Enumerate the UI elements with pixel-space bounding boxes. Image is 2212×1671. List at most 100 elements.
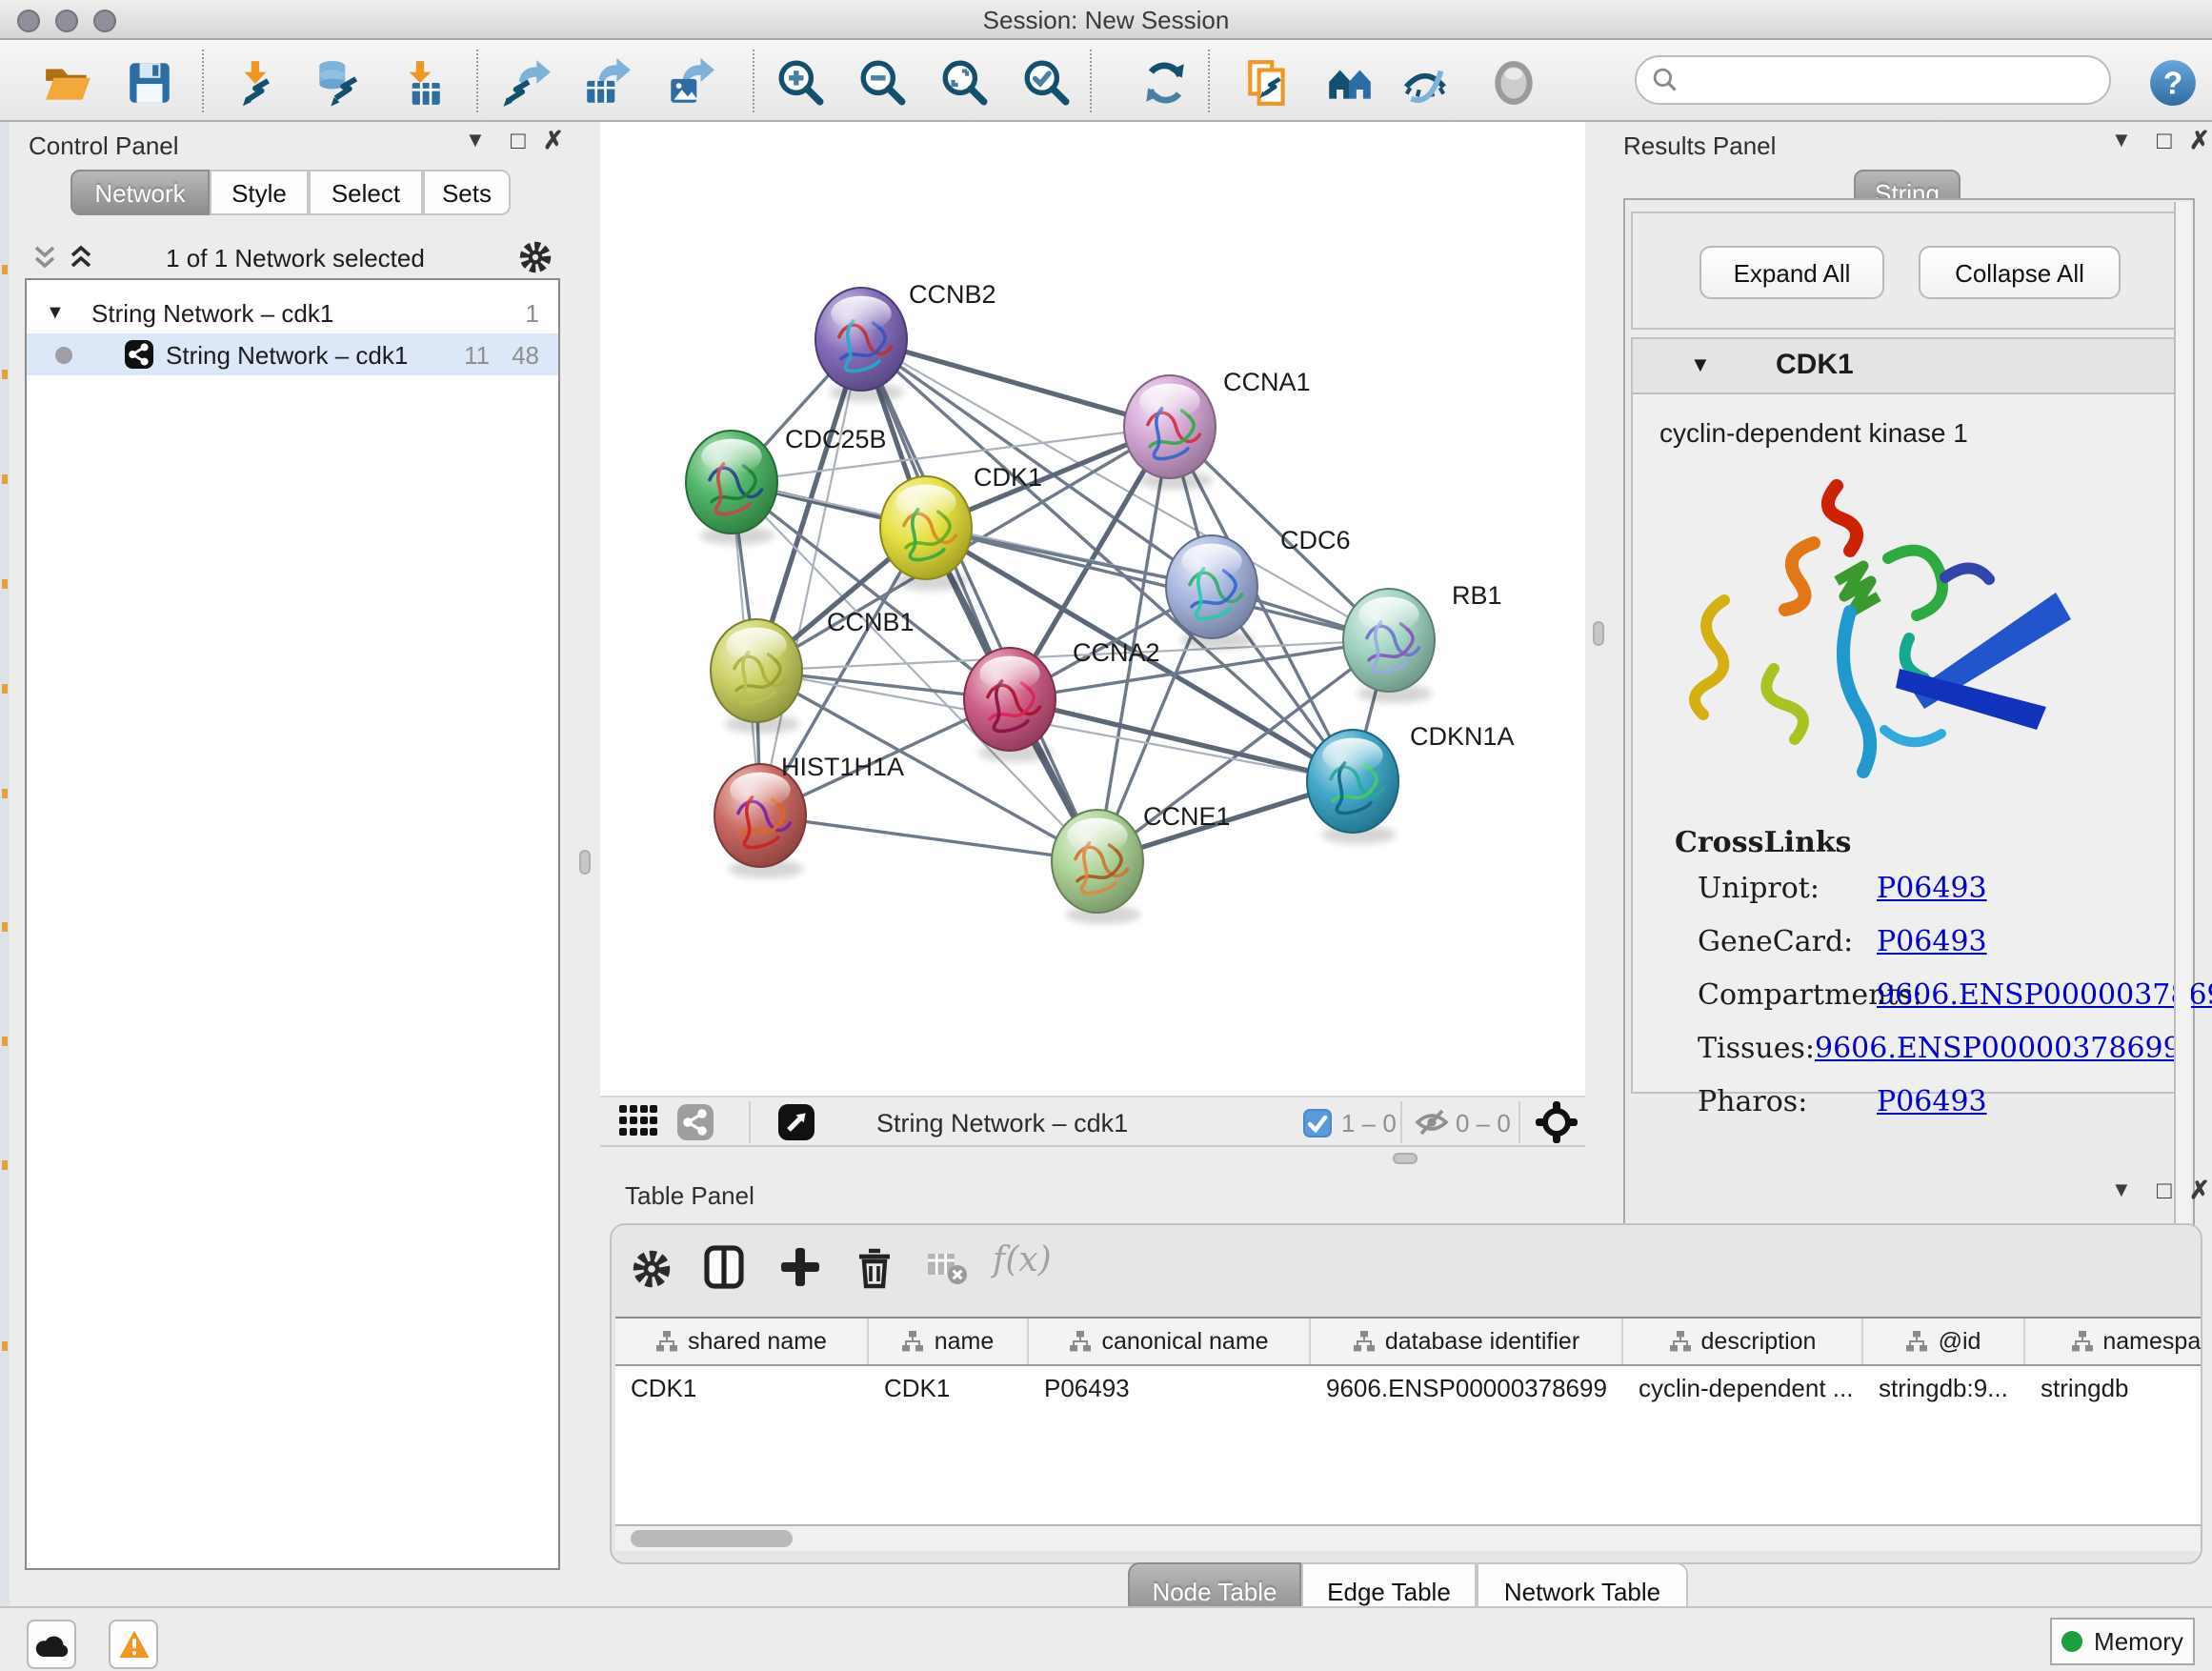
table-cell[interactable]: 9606.ENSP00000378699 [1311, 1373, 1623, 1401]
export-image-button[interactable] [659, 53, 716, 111]
results-panel-float-icon[interactable]: □ [2157, 126, 2172, 154]
column-header-description[interactable]: description [1623, 1319, 1863, 1364]
tab-sets[interactable]: Sets [423, 170, 511, 215]
table-cell[interactable]: stringdb [2025, 1373, 2201, 1401]
network-node-CDKN1A[interactable] [1307, 730, 1398, 844]
save-session-button[interactable] [120, 53, 177, 111]
export-table-button[interactable] [577, 53, 634, 111]
column-header-canonical-name[interactable]: canonical name [1029, 1319, 1311, 1364]
table-panel-menu-icon[interactable]: ▼ [2111, 1179, 2132, 1202]
import-network-database-button[interactable] [309, 53, 366, 111]
detach-view-icon[interactable] [777, 1103, 815, 1151]
refresh-icon [1138, 56, 1190, 108]
control-panel-close-icon[interactable]: ✗ [543, 126, 564, 156]
gene-section-header[interactable]: ▼ CDK1 [1633, 339, 2185, 394]
search-field[interactable] [1679, 66, 2109, 94]
control-panel-float-icon[interactable]: □ [511, 126, 526, 154]
tab-select[interactable]: Select [309, 170, 423, 215]
zoom-in-button[interactable] [772, 53, 829, 111]
network-tree: ▼ String Network – cdk1 1 String Network… [25, 278, 560, 1570]
add-column-icon[interactable] [779, 1246, 821, 1298]
column-header-namespace[interactable]: namespace [2025, 1319, 2201, 1364]
help-button[interactable]: ? [2143, 53, 2201, 111]
network-node-CCNA2[interactable] [964, 648, 1056, 762]
table-cell[interactable]: P06493 [1029, 1373, 1311, 1401]
import-table-button[interactable] [391, 53, 448, 111]
tab-network[interactable]: Network [70, 170, 210, 215]
level-of-detail-button[interactable] [1484, 53, 1541, 111]
show-hide-graphics-button[interactable] [1397, 53, 1454, 111]
grid-mode-icon[interactable] [619, 1105, 657, 1149]
node-label-CDC25B: CDC25B [785, 425, 887, 453]
network-row[interactable]: String Network – cdk1 11 48 [27, 333, 558, 375]
collapse-all-button[interactable]: Collapse All [1919, 246, 2121, 299]
network-node-CCNE1[interactable] [1052, 810, 1143, 924]
network-canvas[interactable]: CCNB2CCNA1CDC25BCDK1CDC6RB1CCNB1CCNA2CDK… [600, 122, 1585, 1096]
show-columns-icon[interactable] [703, 1244, 745, 1299]
network-collection-row[interactable]: ▼ String Network – cdk1 1 [27, 292, 558, 333]
cloud-button[interactable] [27, 1620, 76, 1669]
network-node-CCNA1[interactable] [1124, 375, 1216, 490]
tab-style[interactable]: Style [210, 170, 309, 215]
right-splitter-handle[interactable] [1593, 621, 1604, 646]
table-horizontal-scrollbar[interactable] [615, 1526, 2201, 1551]
network-node-CCNB1[interactable] [711, 619, 802, 734]
memory-indicator[interactable]: Memory [2050, 1618, 2195, 1665]
left-splitter-handle[interactable] [579, 850, 591, 875]
crosslink-value-link[interactable]: 9606.ENSP00000378699 [1815, 1031, 2182, 1065]
apply-layout-button[interactable] [1136, 53, 1193, 111]
network-node-CCNB2[interactable] [815, 288, 907, 402]
collapse-all-tree-icon[interactable] [69, 244, 93, 280]
table-panel-close-icon[interactable]: ✗ [2189, 1176, 2210, 1206]
expand-all-tree-icon[interactable] [32, 244, 57, 280]
collection-collapse-icon[interactable]: ▼ [46, 302, 72, 323]
network-node-HIST1H1A[interactable] [714, 764, 806, 878]
table-cell[interactable]: CDK1 [615, 1373, 869, 1401]
crosslink-value-link[interactable]: P06493 [1877, 924, 1987, 958]
column-header-shared-name[interactable]: shared name [615, 1319, 869, 1364]
function-builder-icon[interactable]: f(x) [993, 1240, 1052, 1280]
network-view-share-icon[interactable] [676, 1103, 714, 1151]
open-session-button[interactable] [38, 53, 95, 111]
network-node-CDC25B[interactable] [686, 431, 777, 545]
results-panel-close-icon[interactable]: ✗ [2189, 126, 2210, 156]
table-panel-float-icon[interactable]: □ [2157, 1176, 2172, 1204]
search-input[interactable] [1635, 55, 2111, 105]
table-cell[interactable]: stringdb:9... [1863, 1373, 2025, 1401]
column-header-database-identifier[interactable]: database identifier [1311, 1319, 1623, 1364]
export-network-button[interactable] [497, 53, 554, 111]
results-panel-menu-icon[interactable]: ▼ [2111, 130, 2132, 152]
zoom-selected-button[interactable] [1017, 53, 1075, 111]
first-neighbors-button[interactable] [1238, 53, 1296, 111]
selected-checkbox-icon[interactable] [1303, 1109, 1332, 1147]
table-panel-title: Table Panel [625, 1181, 754, 1210]
table-cell[interactable]: CDK1 [869, 1373, 1029, 1401]
delete-table-icon[interactable] [926, 1252, 972, 1296]
zoom-out-button[interactable] [854, 53, 911, 111]
hidden-eye-icon[interactable] [1414, 1107, 1450, 1147]
crosslink-value-link[interactable]: 9606.ENSP00000378699 [1877, 977, 2212, 1012]
delete-column-trash-icon[interactable] [854, 1244, 895, 1299]
crosslink-value-link[interactable]: P06493 [1877, 871, 1987, 905]
birds-eye-view-icon[interactable] [1536, 1101, 1578, 1153]
crosslink-value-link[interactable]: P06493 [1877, 1084, 1987, 1118]
network-edge[interactable] [861, 339, 1097, 861]
network-edge[interactable] [861, 339, 1170, 427]
horizontal-splitter-handle[interactable] [1393, 1153, 1418, 1164]
table-row[interactable]: CDK1CDK1P064939606.ENSP00000378699cyclin… [615, 1366, 2201, 1408]
column-header-name[interactable]: name [869, 1319, 1029, 1364]
table-settings-gear-icon[interactable] [631, 1248, 673, 1299]
table-cell[interactable]: cyclin-dependent ... [1623, 1373, 1863, 1401]
group-annotations-button[interactable] [1320, 53, 1377, 111]
network-edge[interactable] [760, 339, 861, 815]
scrollbar-thumb[interactable] [631, 1530, 793, 1547]
zoom-fit-button[interactable] [935, 53, 993, 111]
column-header-@id[interactable]: @id [1863, 1319, 2025, 1364]
gene-collapse-icon[interactable]: ▼ [1690, 354, 1711, 377]
warnings-button[interactable] [109, 1620, 158, 1669]
control-panel-menu-icon[interactable]: ▼ [465, 130, 486, 152]
network-edge[interactable] [760, 815, 1097, 861]
import-network-file-button[interactable] [227, 53, 284, 111]
network-node-RB1[interactable] [1343, 589, 1435, 703]
expand-all-button[interactable]: Expand All [1699, 246, 1884, 299]
